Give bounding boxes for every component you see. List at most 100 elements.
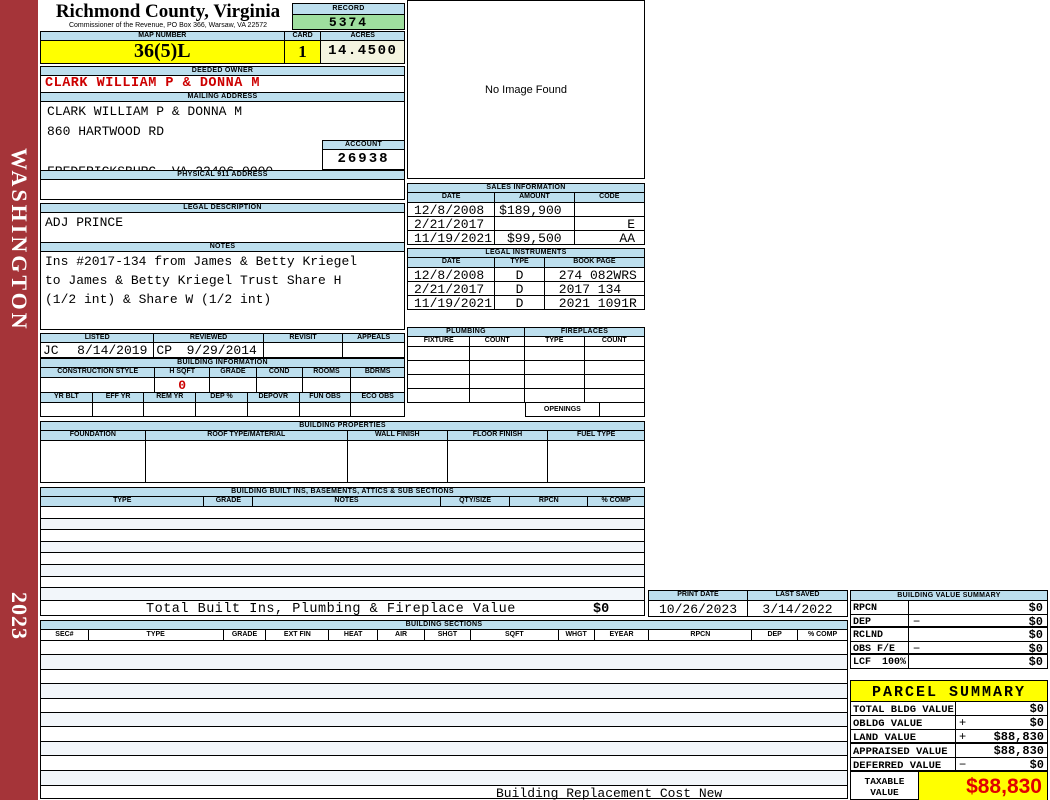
building-sections-label: BUILDING SECTIONS [40, 620, 848, 630]
plumbing-fireplaces-header: FIXTURE COUNT TYPE COUNT [407, 337, 645, 347]
col-rooms: ROOMS [303, 368, 352, 377]
sales-header-row: DATE AMOUNT CODE [407, 193, 645, 203]
county-title-block: Richmond County, Virginia Commissioner o… [44, 2, 292, 31]
built-ins-total-row: Total Built Ins, Plumbing & Fireplace Va… [40, 600, 645, 616]
taxable-value-row: TAXABLE VALUE $88,830 [851, 772, 1047, 800]
acres-value: 14.4500 [321, 41, 404, 63]
built-ins-total-label: Total Built Ins, Plumbing & Fireplace Va… [146, 603, 516, 616]
col-fun-obs: FUN OBS [300, 393, 352, 402]
sec-col-heat: HEAT [329, 630, 378, 640]
legal-instruments-label: LEGAL INSTRUMENTS [407, 248, 645, 258]
property-record-card: WASHINGTON 2023 Richmond County, Virgini… [0, 0, 1050, 800]
card-value: 1 [285, 41, 322, 63]
col-floor-finish: FLOOR FINISH [448, 431, 549, 440]
appeals-value [343, 343, 404, 357]
notes-line: Ins #2017-134 from James & Betty Kriegel [41, 252, 404, 271]
plumbing-label: PLUMBING [407, 327, 525, 337]
plumbing-fireplace-row [407, 347, 645, 361]
building-info-values1: 0 [40, 378, 405, 393]
sec-col-sqft: SQFT [471, 630, 559, 640]
reviewed-by: CP [156, 344, 172, 357]
bvs-row: RCLND $0 [851, 628, 1047, 642]
sec-col-dep: DEP [752, 630, 798, 640]
bvs-row: LCF 100% $0 [851, 655, 1047, 669]
sec-col-shgt: SHGT [425, 630, 471, 640]
col-wall-finish: WALL FINISH [348, 431, 448, 440]
built-ins-label: BUILDING BUILT INS, BASEMENTS, ATTICS & … [40, 487, 645, 497]
sales-col-code: CODE [575, 193, 644, 202]
col-eff-yr: EFF YR [93, 393, 145, 402]
map-number-value: 36(5)L [41, 41, 285, 63]
listed-label: LISTED [41, 334, 154, 342]
page-subtitle: Commissioner of the Revenue, PO Box 366,… [44, 22, 292, 30]
bvs-row: DEP − $0 [851, 615, 1047, 629]
building-info-values2 [40, 403, 405, 417]
fireplaces-label: FIREPLACES [525, 327, 645, 337]
col-bdrms: BDRMS [351, 368, 404, 377]
bvs-row: OBS F/E − $0 [851, 642, 1047, 656]
openings-row: OPENINGS [525, 403, 645, 417]
appeals-label: APPEALS [343, 334, 404, 342]
openings-label: OPENINGS [526, 403, 600, 416]
print-date-label: PRINT DATE [649, 591, 748, 600]
taxable-label-line1: TAXABLE [851, 776, 918, 787]
map-header-row: MAP NUMBER CARD ACRES [40, 31, 405, 41]
last-saved-label: LAST SAVED [748, 591, 847, 600]
map-number-label: MAP NUMBER [41, 32, 285, 40]
sec-col-extfin: EXT FIN [266, 630, 329, 640]
deeded-owner-value: CLARK WILLIAM P & DONNA M [40, 76, 405, 92]
sec-col-type: TYPE [89, 630, 224, 640]
building-info-header2: YR BLT EFF YR REM YR DEP % DEPOVR FUN OB… [40, 393, 405, 403]
building-value-summary-label: BUILDING VALUE SUMMARY [850, 590, 1048, 601]
sales-row: 2/21/2017 E [407, 217, 645, 231]
taxable-label-line2: VALUE [851, 787, 918, 798]
bi-col-rpcn: RPCN [510, 497, 588, 506]
sales-row: 11/19/2021 $99,500 AA [407, 231, 645, 245]
parcel-row: TOTAL BLDG VALUE $0 [851, 702, 1047, 716]
parcel-summary-title: PARCEL SUMMARY [851, 681, 1047, 702]
plumbing-col-fixture: FIXTURE [408, 337, 470, 346]
mailing-line: 860 HARTWOOD RD [41, 122, 404, 142]
parcel-row: APPRAISED VALUE $88,830 [851, 744, 1047, 758]
bi-col-notes: NOTES [253, 497, 440, 506]
revisit-label: REVISIT [264, 334, 344, 342]
property-photo-placeholder: No Image Found [407, 0, 645, 179]
h-sqft-value: 0 [155, 378, 210, 392]
legal-description-value: ADJ PRINCE [40, 213, 405, 242]
sales-col-date: DATE [408, 193, 495, 202]
building-info-header1: CONSTRUCTION STYLE H SQFT GRADE COND ROO… [40, 368, 405, 378]
col-roof: ROOF TYPE/MATERIAL [146, 431, 348, 440]
print-value-row: 10/26/2023 3/14/2022 [648, 601, 848, 617]
building-properties-values [40, 441, 645, 483]
building-properties-header: FOUNDATION ROOF TYPE/MATERIAL WALL FINIS… [40, 431, 645, 441]
sec-col-grade: GRADE [224, 630, 267, 640]
acres-label: ACRES [321, 32, 404, 40]
built-ins-total-value: $0 [593, 603, 609, 616]
bvs-row: RPCN $0 [851, 601, 1047, 615]
sections-footer-row: Building Replacement Cost New [40, 785, 848, 799]
openings-value [600, 403, 644, 416]
replacement-cost-label: Building Replacement Cost New [496, 787, 722, 800]
col-construction-style: CONSTRUCTION STYLE [41, 368, 155, 377]
physical-address-block [40, 180, 405, 200]
building-value-summary: RPCN $0 DEP − $0 RCLND $0 OBS F/E − $0 L… [850, 601, 1048, 669]
notes-label: NOTES [40, 242, 405, 252]
sec-col-eyear: EYEAR [595, 630, 650, 640]
print-date-value: 10/26/2023 [649, 601, 748, 616]
year-spine-sidebar: WASHINGTON 2023 [0, 0, 38, 800]
instr-col-type: TYPE [495, 258, 545, 267]
col-rem-yr: REM YR [144, 393, 196, 402]
notes-line: (1/2 int) & Share W (1/2 int) [41, 290, 404, 309]
lcf-percent: 100% [882, 657, 906, 669]
account-value: 26938 [323, 150, 404, 169]
built-ins-header: TYPE GRADE NOTES QTY/SIZE RPCN % COMP [40, 497, 645, 507]
deeded-owner-label: DEEDED OWNER [40, 66, 405, 76]
instr-col-bookpage: BOOK PAGE [545, 258, 644, 267]
col-fuel-type: FUEL TYPE [548, 431, 644, 440]
plumbing-col-count: COUNT [470, 337, 525, 346]
review-value-row: JC 8/14/2019 CP 9/29/2014 [40, 343, 405, 358]
reviewed-label: REVIEWED [154, 334, 263, 342]
col-eco-obs: ECO OBS [351, 393, 404, 402]
legal-description-label: LEGAL DESCRIPTION [40, 203, 405, 213]
account-label: ACCOUNT [322, 140, 405, 150]
